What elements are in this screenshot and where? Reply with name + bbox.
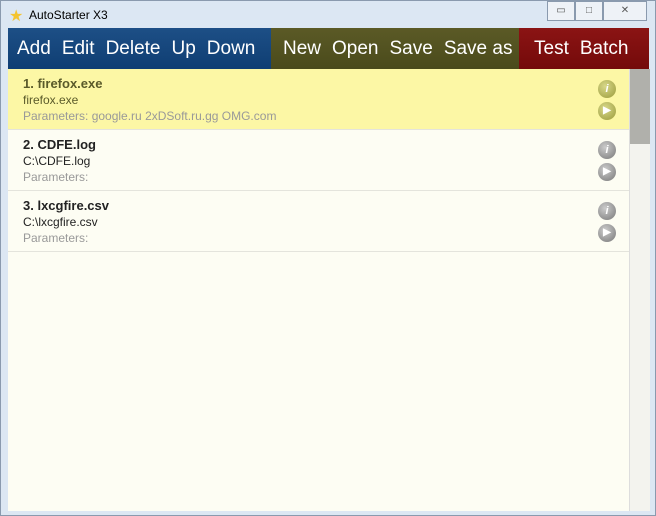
info-icon[interactable]: i [598, 202, 616, 220]
down-button[interactable]: Down [207, 38, 256, 60]
toolbar: Add Edit Delete Up Down New Open Save Sa… [8, 28, 649, 69]
list-item[interactable]: 1. firefox.exe firefox.exe Parameters: g… [8, 69, 629, 130]
item-path: firefox.exe [23, 93, 79, 107]
list-item[interactable]: 2. CDFE.log C:\CDFE.log Parameters: i ▶ [8, 130, 629, 191]
title-bar: ★ AutoStarter X3 ▭ □ ✕ [1, 1, 655, 29]
test-button[interactable]: Test [534, 38, 569, 60]
delete-button[interactable]: Delete [106, 38, 161, 60]
open-button[interactable]: Open [332, 38, 378, 60]
save-as-button[interactable]: Save as [444, 38, 513, 60]
maximize-button[interactable]: □ [575, 1, 603, 21]
new-button[interactable]: New [283, 38, 321, 60]
item-params: Parameters: [23, 170, 89, 184]
window-title: AutoStarter X3 [29, 8, 108, 22]
info-icon[interactable]: i [598, 141, 616, 159]
item-params: Parameters: google.ru 2xDSoft.ru.gg OMG.… [23, 109, 277, 123]
file-actions-group: New Open Save Save as [271, 28, 519, 69]
program-list: 1. firefox.exe firefox.exe Parameters: g… [8, 69, 629, 511]
list-actions-group: Add Edit Delete Up Down [8, 28, 271, 69]
minimize-button[interactable]: ▭ [547, 1, 575, 21]
item-path: C:\CDFE.log [23, 154, 91, 168]
vertical-scrollbar[interactable] [629, 69, 650, 511]
item-name: 2. CDFE.log [23, 137, 96, 152]
run-actions-group: Test Batch [519, 28, 649, 69]
play-icon[interactable]: ▶ [598, 102, 616, 120]
batch-button[interactable]: Batch [580, 38, 629, 60]
app-window: ★ AutoStarter X3 ▭ □ ✕ Add Edit Delete U… [0, 0, 656, 516]
item-params: Parameters: [23, 231, 89, 245]
edit-button[interactable]: Edit [62, 38, 95, 60]
save-button[interactable]: Save [390, 38, 433, 60]
close-button[interactable]: ✕ [603, 1, 647, 21]
scrollbar-thumb[interactable] [630, 69, 650, 144]
info-icon[interactable]: i [598, 80, 616, 98]
app-star-icon: ★ [9, 8, 24, 25]
play-icon[interactable]: ▶ [598, 163, 616, 181]
up-button[interactable]: Up [171, 38, 195, 60]
play-icon[interactable]: ▶ [598, 224, 616, 242]
item-path: C:\lxcgfire.csv [23, 215, 98, 229]
item-name: 3. lxcgfire.csv [23, 198, 109, 213]
item-name: 1. firefox.exe [23, 76, 103, 91]
list-item[interactable]: 3. lxcgfire.csv C:\lxcgfire.csv Paramete… [8, 191, 629, 252]
add-button[interactable]: Add [17, 38, 51, 60]
